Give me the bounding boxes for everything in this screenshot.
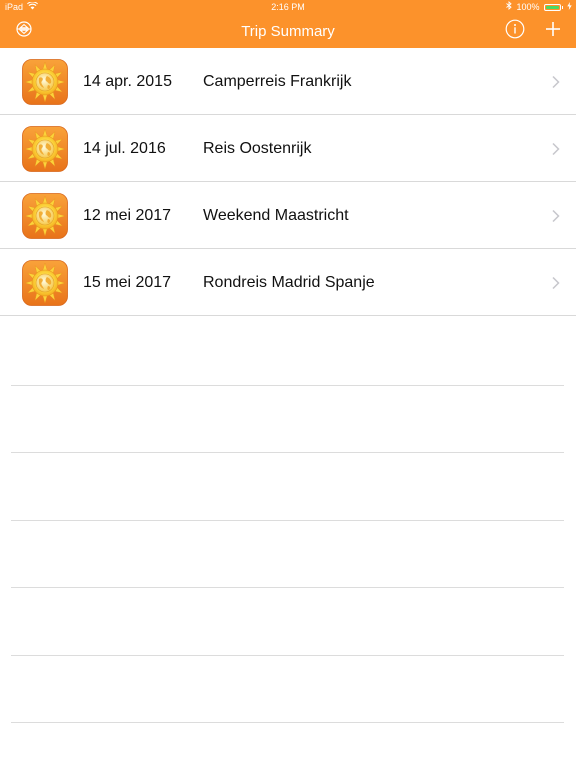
trip-row[interactable]: 15 mei 2017 Rondreis Madrid Spanje: [0, 249, 576, 316]
battery-level: [545, 6, 559, 9]
trip-date: 14 jul. 2016: [83, 140, 166, 157]
bluetooth-icon: [506, 0, 513, 15]
sun-globe-icon: [22, 193, 68, 239]
battery-icon: [543, 4, 561, 11]
plus-icon: [545, 21, 561, 42]
battery-percent: 100%: [516, 2, 540, 12]
info-button[interactable]: [499, 15, 531, 48]
app-screen: iPad 2:16 PM 100% Trip Summary 14 apr. 2…: [0, 0, 576, 768]
chevron-right-icon: [551, 209, 561, 223]
status-bar: iPad 2:16 PM 100%: [0, 0, 576, 15]
empty-row-separator: [11, 655, 564, 656]
trip-name: Reis Oostenrijk: [203, 140, 312, 157]
battery-tip: [561, 6, 563, 9]
add-trip-button[interactable]: [537, 15, 569, 48]
chevron-right-icon: [551, 75, 561, 89]
info-icon: [505, 19, 525, 44]
trip-date: 15 mei 2017: [83, 274, 172, 291]
empty-row-separator: [11, 520, 564, 521]
page-title: Trip Summary: [241, 23, 335, 40]
chevron-right-icon: [551, 276, 561, 290]
trip-name: Rondreis Madrid Spanje: [203, 274, 375, 291]
sun-globe-icon: [22, 260, 68, 306]
trip-row[interactable]: 12 mei 2017 Weekend Maastricht: [0, 182, 576, 249]
status-right: 100%: [506, 0, 572, 15]
trip-list: 14 apr. 2015 Camperreis Frankrijk 14 jul…: [0, 48, 576, 316]
trip-row[interactable]: 14 jul. 2016 Reis Oostenrijk: [0, 115, 576, 182]
sun-globe-icon: [22, 59, 68, 105]
charging-icon: [567, 0, 572, 15]
trip-date: 14 apr. 2015: [83, 73, 172, 90]
top-bar: iPad 2:16 PM 100% Trip Summary: [0, 0, 576, 48]
empty-row-separator: [11, 587, 564, 588]
sun-globe-icon: [22, 126, 68, 172]
empty-row-separator: [11, 722, 564, 723]
navigation-bar: Trip Summary: [0, 15, 576, 48]
empty-row-separator: [11, 385, 564, 386]
empty-row-separator: [11, 452, 564, 453]
chevron-right-icon: [551, 142, 561, 156]
trip-name: Camperreis Frankrijk: [203, 73, 352, 90]
status-time: 2:16 PM: [271, 2, 305, 12]
trip-date: 12 mei 2017: [83, 207, 172, 224]
trip-row[interactable]: 14 apr. 2015 Camperreis Frankrijk: [0, 48, 576, 115]
trip-name: Weekend Maastricht: [203, 207, 349, 224]
